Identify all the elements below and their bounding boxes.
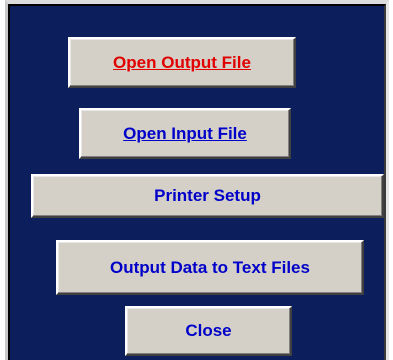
printer-setup-label: Printer Setup	[154, 186, 261, 205]
open-input-file-label: Open Input File	[123, 123, 247, 143]
open-output-file-button[interactable]: Open Output File	[68, 37, 296, 88]
open-output-file-label: Open Output File	[113, 52, 251, 72]
close-button[interactable]: Close	[125, 306, 292, 356]
close-label: Close	[185, 321, 232, 340]
output-data-to-text-files-button[interactable]: Output Data to Text Files	[56, 240, 364, 295]
printer-setup-button[interactable]: Printer Setup	[31, 174, 384, 218]
dialog-panel: Open Output File Open Input File Printer…	[5, 0, 389, 360]
open-input-file-button[interactable]: Open Input File	[79, 108, 291, 159]
output-data-to-text-files-label: Output Data to Text Files	[110, 257, 310, 277]
